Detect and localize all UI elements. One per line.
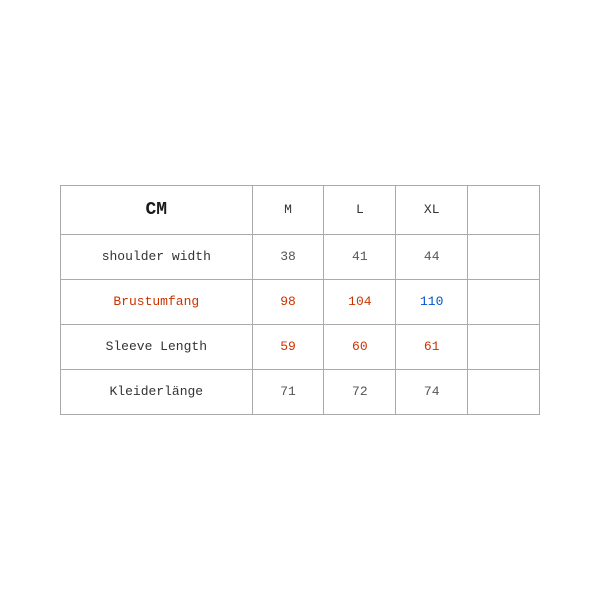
value-sleeve-xl: 61 [396,325,468,370]
label-sleeve-length: Sleeve Length [61,325,253,370]
header-xl-label: XL [424,202,440,217]
row-sleeve-length: Sleeve Length 59 60 61 [61,325,540,370]
header-m-label: M [284,202,292,217]
header-xl-cell: XL [396,186,468,235]
label-shoulder-width: shoulder width [61,235,253,280]
value-kleider-xl: 74 [396,370,468,415]
header-cm-label: CM [145,200,167,220]
value-brustumfang-l: 104 [324,280,396,325]
value-sleeve-m: 59 [252,325,324,370]
extra-kleider [468,370,540,415]
size-chart-table: CM M L XL shoulder width [60,185,540,415]
value-brustumfang-m: 98 [252,280,324,325]
header-m-cell: M [252,186,324,235]
header-l-label: L [356,202,364,217]
header-l-cell: L [324,186,396,235]
label-kleiderlaenge: Kleiderlänge [61,370,253,415]
value-shoulder-xl: 44 [396,235,468,280]
size-chart-wrapper: CM M L XL shoulder width [60,185,540,415]
extra-brustumfang [468,280,540,325]
row-brustumfang: Brustumfang 98 104 110 [61,280,540,325]
value-shoulder-m: 38 [252,235,324,280]
extra-shoulder [468,235,540,280]
label-brustumfang: Brustumfang [61,280,253,325]
row-kleiderlaenge: Kleiderlänge 71 72 74 [61,370,540,415]
header-row: CM M L XL [61,186,540,235]
value-sleeve-l: 60 [324,325,396,370]
value-shoulder-l: 41 [324,235,396,280]
row-shoulder-width: shoulder width 38 41 44 [61,235,540,280]
value-kleider-m: 71 [252,370,324,415]
value-kleider-l: 72 [324,370,396,415]
header-extra-cell [468,186,540,235]
extra-sleeve [468,325,540,370]
value-brustumfang-xl: 110 [396,280,468,325]
header-cm-cell: CM [61,186,253,235]
